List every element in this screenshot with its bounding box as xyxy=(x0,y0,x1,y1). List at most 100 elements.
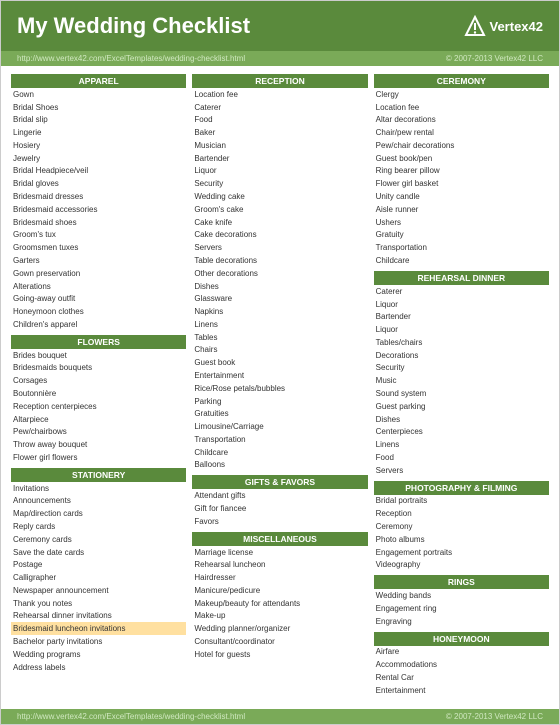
list-item: Caterer xyxy=(192,101,367,114)
list-item: Ring bearer pillow xyxy=(374,165,549,178)
section-header-2-0: CEREMONY xyxy=(374,74,549,88)
list-item: Engraving xyxy=(374,615,549,628)
list-item: Gown xyxy=(11,88,186,101)
footer-copyright: © 2007-2013 Vertex42 LLC xyxy=(446,712,543,721)
list-item: Childcare xyxy=(192,446,367,459)
list-item: Napkins xyxy=(192,305,367,318)
list-item: Baker xyxy=(192,126,367,139)
list-item: Liquor xyxy=(374,298,549,311)
list-item: Wedding planner/organizer xyxy=(192,622,367,635)
column-2: CEREMONYClergyLocation feeAltar decorati… xyxy=(374,74,549,697)
list-item: Servers xyxy=(192,241,367,254)
list-item: Decorations xyxy=(374,349,549,362)
logo-icon xyxy=(464,15,486,37)
list-item: Location fee xyxy=(374,101,549,114)
list-item: Rehearsal dinner invitations xyxy=(11,610,186,623)
section-header-2-4: HONEYMOON xyxy=(374,632,549,646)
list-item: Security xyxy=(192,177,367,190)
logo-text: Vertex42 xyxy=(490,19,544,34)
list-item: Musician xyxy=(192,139,367,152)
list-item: Hosiery xyxy=(11,139,186,152)
list-item: Altarpiece xyxy=(11,413,186,426)
list-item: Make-up xyxy=(192,610,367,623)
logo: Vertex42 xyxy=(464,15,544,37)
list-item: Bridal Headpiece/veil xyxy=(11,165,186,178)
section-header-1-2: MISCELLANEOUS xyxy=(192,532,367,546)
list-item: Bridal gloves xyxy=(11,177,186,190)
list-item: Children's apparel xyxy=(11,318,186,331)
section-header-1-0: RECEPTION xyxy=(192,74,367,88)
list-item: Calligrapher xyxy=(11,571,186,584)
list-item: Reception centerpieces xyxy=(11,400,186,413)
list-item: Brides bouquet xyxy=(11,349,186,362)
list-item: Bridesmaid accessories xyxy=(11,203,186,216)
list-item: Chair/pew rental xyxy=(374,126,549,139)
list-item: Map/direction cards xyxy=(11,507,186,520)
list-item: Honeymoon clothes xyxy=(11,305,186,318)
list-item: Corsages xyxy=(11,374,186,387)
main-content: APPARELGownBridal ShoesBridal slipLinger… xyxy=(1,66,559,705)
list-item: Bachelor party invitations xyxy=(11,635,186,648)
page-title: My Wedding Checklist xyxy=(17,13,250,39)
list-item: Videography xyxy=(374,559,549,572)
list-item: Gift for fiancee xyxy=(192,502,367,515)
list-item: Cake knife xyxy=(192,216,367,229)
list-item: Consultant/coordinator xyxy=(192,635,367,648)
column-0: APPARELGownBridal ShoesBridal slipLinger… xyxy=(11,74,186,697)
list-item: Liquor xyxy=(192,165,367,178)
list-item: Wedding bands xyxy=(374,589,549,602)
list-item: Garters xyxy=(11,254,186,267)
list-item: Location fee xyxy=(192,88,367,101)
page: My Wedding Checklist Vertex42 http://www… xyxy=(0,0,560,725)
list-item: Table decorations xyxy=(192,254,367,267)
list-item: Dishes xyxy=(374,413,549,426)
list-item: Alterations xyxy=(11,280,186,293)
list-item: Accommodations xyxy=(374,658,549,671)
section-header-2-1: REHEARSAL DINNER xyxy=(374,271,549,285)
list-item: Groom's tux xyxy=(11,229,186,242)
list-item: Glassware xyxy=(192,293,367,306)
list-item: Groom's cake xyxy=(192,203,367,216)
list-item: Makeup/beauty for attendants xyxy=(192,597,367,610)
list-item: Flower girl basket xyxy=(374,177,549,190)
section-header-1-1: GIFTS & FAVORS xyxy=(192,475,367,489)
list-item: Linens xyxy=(374,438,549,451)
section-header-0-1: FLOWERS xyxy=(11,335,186,349)
url-left: http://www.vertex42.com/ExcelTemplates/w… xyxy=(17,54,245,63)
list-item: Reply cards xyxy=(11,520,186,533)
list-item: Bridesmaids bouquets xyxy=(11,362,186,375)
list-item: Airfare xyxy=(374,646,549,659)
list-item: Pew/chairbows xyxy=(11,426,186,439)
list-item: Save the date cards xyxy=(11,546,186,559)
list-item: Address labels xyxy=(11,661,186,674)
list-item: Entertainment xyxy=(374,684,549,697)
section-header-2-3: RINGS xyxy=(374,575,549,589)
list-item: Childcare xyxy=(374,254,549,267)
list-item: Rehearsal luncheon xyxy=(192,559,367,572)
list-item: Caterer xyxy=(374,285,549,298)
list-item: Throw away bouquet xyxy=(11,438,186,451)
list-item: Parking xyxy=(192,395,367,408)
list-item: Altar decorations xyxy=(374,114,549,127)
list-item: Flower girl flowers xyxy=(11,451,186,464)
list-item: Clergy xyxy=(374,88,549,101)
list-item: Bridal Shoes xyxy=(11,101,186,114)
list-item: Groomsmen tuxes xyxy=(11,241,186,254)
list-item: Hotel for guests xyxy=(192,648,367,661)
list-item: Food xyxy=(192,114,367,127)
list-item: Other decorations xyxy=(192,267,367,280)
list-item: Bridesmaid shoes xyxy=(11,216,186,229)
section-header-2-2: PHOTOGRAPHY & FILMING xyxy=(374,481,549,495)
list-item: Going-away outfit xyxy=(11,293,186,306)
list-item: Gown preservation xyxy=(11,267,186,280)
list-item: Gratuities xyxy=(192,408,367,421)
list-item: Bridal portraits xyxy=(374,495,549,508)
url-bar-top: http://www.vertex42.com/ExcelTemplates/w… xyxy=(1,51,559,66)
list-item: Aisle runner xyxy=(374,203,549,216)
list-item: Rental Car xyxy=(374,671,549,684)
list-item: Bridal slip xyxy=(11,114,186,127)
list-item: Transportation xyxy=(192,433,367,446)
section-header-0-0: APPAREL xyxy=(11,74,186,88)
list-item: Guest parking xyxy=(374,400,549,413)
list-item: Jewelry xyxy=(11,152,186,165)
